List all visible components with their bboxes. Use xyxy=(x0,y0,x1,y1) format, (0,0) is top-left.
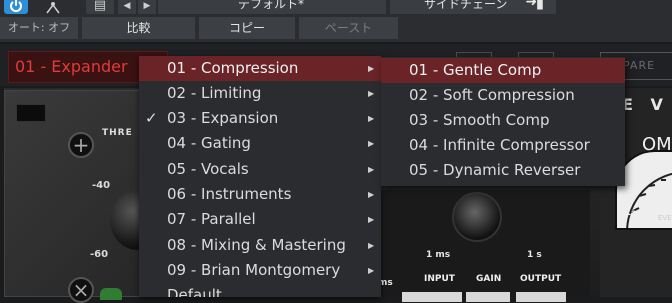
submenu-arrow-icon: ▶ xyxy=(368,266,375,275)
submenu-arrow-icon: ▶ xyxy=(368,165,375,174)
power-icon xyxy=(10,0,22,12)
submenu-item-infinite-compressor[interactable]: 04 - Infinite Compressor xyxy=(381,133,625,158)
menu-item-label: Default xyxy=(167,286,222,297)
output-button[interactable] xyxy=(516,292,566,302)
submenu-arrow-icon: ▶ xyxy=(368,89,375,98)
power-button[interactable] xyxy=(4,0,28,14)
previous-preset-button[interactable]: ◀ xyxy=(118,0,136,14)
brand-label: E V xyxy=(622,95,669,114)
input-label: INPUT xyxy=(424,274,455,284)
menu-item-instruments[interactable]: 06 - Instruments ▶ xyxy=(139,182,381,207)
menu-item-brian-montgomery[interactable]: 09 - Brian Montgomery ▶ xyxy=(139,258,381,283)
routing-icon xyxy=(46,2,60,14)
menu-item-label: 05 - Vocals xyxy=(167,160,249,178)
led-window xyxy=(16,104,46,122)
menu-item-mixing-mastering[interactable]: 08 - Mixing & Mastering ▶ xyxy=(139,233,381,258)
submenu-arrow-icon: ▶ xyxy=(368,190,375,199)
scale-label-neg60: -60 xyxy=(90,249,109,260)
menu-item-compression[interactable]: 01 - Compression ▶ xyxy=(139,56,381,81)
scale-label-neg40: -40 xyxy=(92,180,111,191)
submenu-arrow-icon: ▶ xyxy=(368,215,375,224)
compare-button[interactable]: 比較 xyxy=(82,17,195,39)
sidechain-label: サイドチェーン xyxy=(424,0,508,11)
submenu-item-label: 01 - Gentle Comp xyxy=(409,61,542,79)
menu-item-vocals[interactable]: 05 - Vocals ▶ xyxy=(139,157,381,182)
gain-button[interactable] xyxy=(466,292,510,302)
meter-scale-label: -30 xyxy=(627,210,644,220)
submenu-item-label: 04 - Infinite Compressor xyxy=(409,136,590,154)
menu-item-label: 06 - Instruments xyxy=(167,185,292,203)
menu-item-limiting[interactable]: 02 - Limiting ▶ xyxy=(139,81,381,106)
submenu-item-label: 03 - Smooth Comp xyxy=(409,111,550,129)
menu-item-expansion[interactable]: ✓ 03 - Expansion ▶ xyxy=(139,106,381,131)
threshold-label: THRE xyxy=(102,128,133,138)
submenu-item-label: 02 - Soft Compression xyxy=(409,86,575,104)
copy-button[interactable]: コピー xyxy=(199,17,295,39)
output-label: OUTPUT xyxy=(520,274,562,284)
menu-item-label: 08 - Mixing & Mastering xyxy=(167,236,346,254)
active-led xyxy=(100,288,122,300)
paste-button[interactable]: ペースト xyxy=(299,17,398,39)
submenu-item-dynamic-reverser[interactable]: 05 - Dynamic Reverser xyxy=(381,158,625,183)
knob-max-label: 1 s xyxy=(527,250,542,260)
submenu-item-label: 05 - Dynamic Reverser xyxy=(409,161,581,179)
sidechain-button[interactable]: サイドチェーン ➜▌ xyxy=(390,0,556,14)
screw-icon-lower: × xyxy=(68,277,94,303)
automation-mode-button[interactable]: オート: オフ xyxy=(0,17,78,39)
preset-category-menu: 01 - Compression ▶ 02 - Limiting ▶ ✓ 03 … xyxy=(139,56,381,297)
check-icon: ✓ xyxy=(145,109,158,127)
input-button[interactable] xyxy=(402,292,462,302)
next-preset-button[interactable]: ▶ xyxy=(138,0,156,14)
routing-button[interactable] xyxy=(33,0,73,14)
sidechain-arrow-icon: ➜▌ xyxy=(525,0,549,10)
submenu-item-soft-compression[interactable]: 02 - Soft Compression xyxy=(381,83,625,108)
preset-list-icon[interactable]: ▤ xyxy=(86,0,114,14)
knob-min-label: 1 ms xyxy=(426,250,451,260)
menu-item-parallel[interactable]: 07 - Parallel ▶ xyxy=(139,207,381,232)
screw-icon: + xyxy=(68,132,94,158)
submenu-arrow-icon: ▶ xyxy=(368,114,375,123)
submenu-arrow-icon: ▶ xyxy=(368,139,375,148)
menu-item-label: 01 - Compression xyxy=(167,59,299,77)
menu-item-gating[interactable]: 04 - Gating ▶ xyxy=(139,131,381,156)
submenu-arrow-icon: ▶ xyxy=(368,64,375,73)
menu-item-label: 09 - Brian Montgomery xyxy=(167,261,341,279)
menu-item-label: 04 - Gating xyxy=(167,134,251,152)
submenu-arrow-icon: ▶ xyxy=(368,241,375,250)
release-knob[interactable] xyxy=(452,192,502,242)
menu-item-label: 03 - Expansion xyxy=(167,109,279,127)
preset-selector-label: デフォルト* xyxy=(238,0,305,11)
compression-submenu: 01 - Gentle Comp 02 - Soft Compression 0… xyxy=(381,57,625,186)
menu-item-default[interactable]: Default xyxy=(139,283,381,297)
gain-label: GAIN xyxy=(476,274,502,284)
preset-selector[interactable]: デフォルト* xyxy=(158,0,386,14)
menu-item-label: 07 - Parallel xyxy=(167,210,256,228)
meter-brand-label: EVE xyxy=(658,214,672,222)
menu-item-label: 02 - Limiting xyxy=(167,84,262,102)
submenu-item-smooth-comp[interactable]: 03 - Smooth Comp xyxy=(381,108,625,133)
submenu-item-gentle-comp[interactable]: 01 - Gentle Comp xyxy=(381,58,625,83)
